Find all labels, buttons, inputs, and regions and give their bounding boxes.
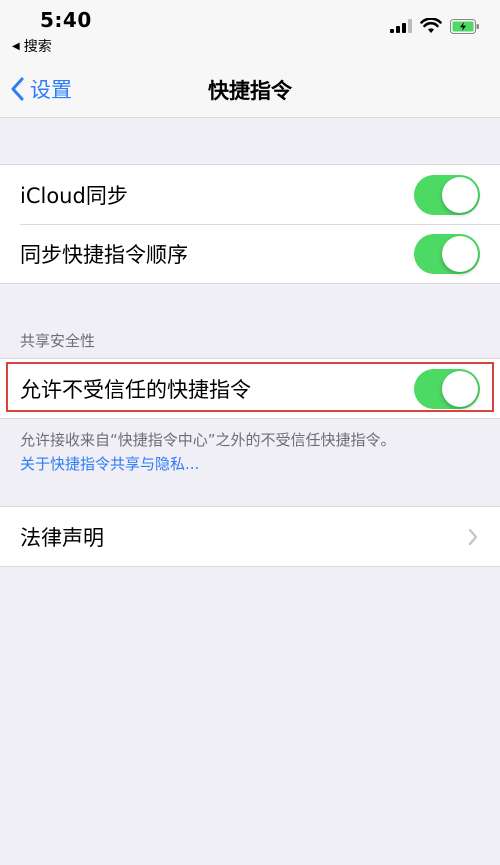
legal-notice-label: 法律声明 [20,525,104,550]
icloud-sync-row: iCloud同步 [0,165,500,224]
toggle-knob [442,370,478,407]
navigation-bar: 设置 快捷指令 [0,62,500,118]
legal-notice-row[interactable]: 法律声明 [0,507,500,566]
cellular-signal-icon [390,19,412,33]
page-title: 快捷指令 [208,79,292,103]
sync-order-row: 同步快捷指令顺序 [0,224,500,283]
privacy-link[interactable]: 关于快捷指令共享与隐私... [20,452,490,476]
allow-untrusted-label: 允许不受信任的快捷指令 [20,377,251,402]
legal-group: 法律声明 [0,506,500,567]
sync-order-label: 同步快捷指令顺序 [20,242,188,267]
status-time: 5:40 [40,8,92,32]
footer-description: 允许接收来自“快捷指令中心”之外的不受信任快捷指令。 [20,431,396,449]
sync-order-toggle[interactable] [414,233,480,274]
status-icons [390,18,480,34]
icloud-sync-label: iCloud同步 [20,183,128,208]
battery-charging-icon [450,18,479,34]
section-footer: 允许接收来自“快捷指令中心”之外的不受信任快捷指令。 关于快捷指令共享与隐私..… [20,428,490,476]
toggle-knob [442,176,478,213]
allow-untrusted-toggle[interactable] [414,368,480,409]
back-triangle-icon: ◀ [12,40,20,52]
sharing-security-group: 允许不受信任的快捷指令 [0,358,500,419]
sync-settings-group: iCloud同步 同步快捷指令顺序 [0,164,500,284]
toggle-knob [442,235,478,272]
back-to-app[interactable]: ◀ 搜索 [12,36,52,56]
allow-untrusted-row: 允许不受信任的快捷指令 [0,359,500,418]
section-header-sharing-security: 共享安全性 [20,332,96,350]
status-bar: 5:40 ◀ 搜索 [0,0,500,62]
back-app-label: 搜索 [23,39,52,55]
chevron-right-icon [468,528,478,545]
icloud-sync-toggle[interactable] [414,174,480,215]
wifi-icon [420,18,442,33]
